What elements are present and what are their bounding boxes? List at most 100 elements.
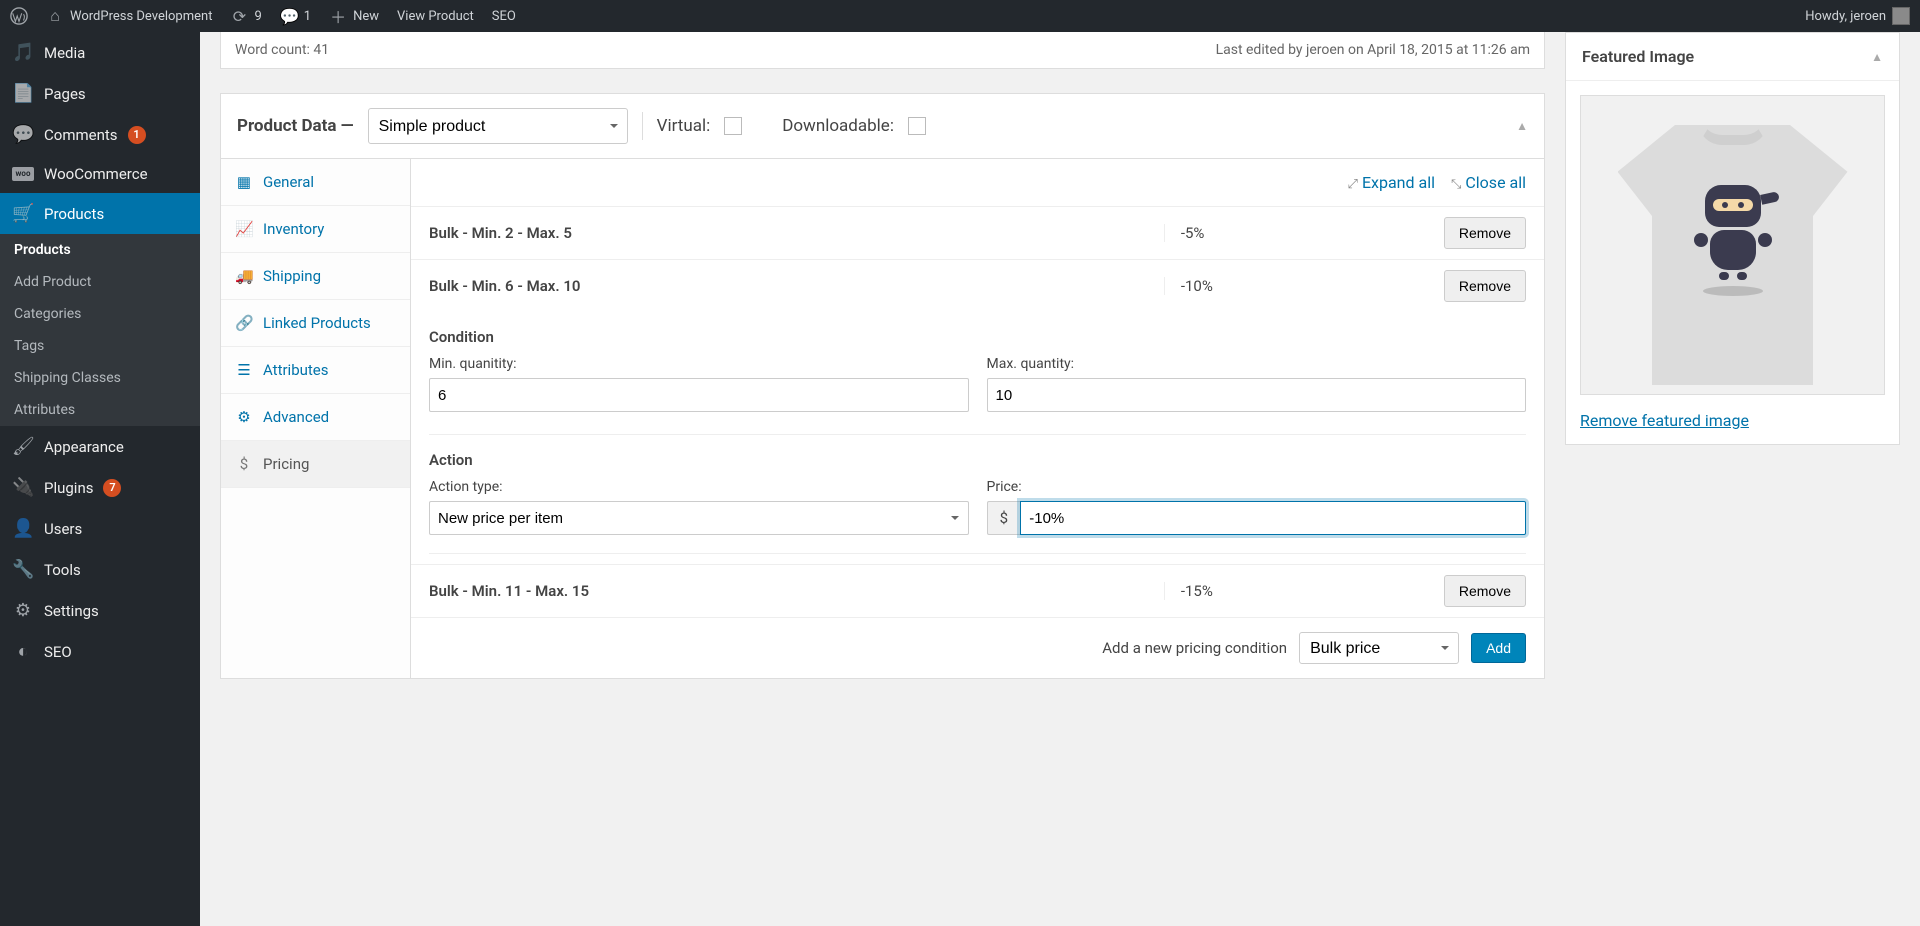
- user-icon: 👤: [12, 518, 34, 539]
- updates-link[interactable]: ⟳9: [230, 0, 261, 32]
- product-data-title: Product Data —: [237, 116, 354, 136]
- seo-icon: ◐: [12, 641, 34, 662]
- comments-link[interactable]: 💬1: [280, 0, 311, 32]
- howdy-link[interactable]: Howdy, jeroen: [1805, 0, 1910, 32]
- remove-button[interactable]: Remove: [1444, 217, 1526, 249]
- action-heading: Action: [411, 435, 1544, 475]
- price-input[interactable]: [1020, 501, 1526, 535]
- home-icon: ⌂: [46, 6, 64, 26]
- remove-button[interactable]: Remove: [1444, 270, 1526, 302]
- price-label: Price:: [987, 479, 1527, 495]
- submenu-add-product[interactable]: Add Product: [0, 266, 200, 298]
- submenu-tags[interactable]: Tags: [0, 330, 200, 362]
- menu-seo[interactable]: ◐SEO: [0, 631, 200, 672]
- menu-comments[interactable]: 💬Comments1: [0, 114, 200, 155]
- action-type-label: Action type:: [429, 479, 969, 495]
- menu-products[interactable]: 🛒Products: [0, 193, 200, 234]
- add-condition-select[interactable]: Bulk price: [1299, 632, 1459, 664]
- close-all-link[interactable]: ⤡Close all: [1451, 173, 1526, 192]
- remove-featured-image-link[interactable]: Remove featured image: [1580, 411, 1749, 430]
- admin-bar: ⌂ WordPress Development ⟳9 💬1 ＋New View P…: [0, 0, 1920, 32]
- currency-prefix: $: [987, 501, 1021, 535]
- tshirt-image: [1618, 105, 1848, 385]
- min-qty-label: Min. quanitity:: [429, 356, 969, 372]
- list-icon: ☰: [235, 361, 253, 379]
- pricing-row: Bulk - Min. 6 - Max. 10 -10% Remove: [411, 259, 1544, 312]
- min-qty-input[interactable]: [429, 378, 969, 412]
- remove-button[interactable]: Remove: [1444, 575, 1526, 607]
- tab-general[interactable]: ▦General: [221, 159, 410, 206]
- link-icon: 🔗: [235, 314, 253, 332]
- comments-icon: 💬: [12, 124, 34, 145]
- expand-icon: ⤢: [1348, 177, 1358, 192]
- tab-attributes[interactable]: ☰Attributes: [221, 347, 410, 394]
- view-product-link[interactable]: View Product: [397, 0, 474, 32]
- product-type-select[interactable]: Simple product: [368, 108, 628, 144]
- tab-advanced[interactable]: ⚙Advanced: [221, 394, 410, 441]
- truck-icon: 🚚: [235, 267, 253, 285]
- seo-link[interactable]: SEO: [492, 0, 516, 32]
- sliders-icon: ⚙: [12, 600, 34, 621]
- dollar-icon: $: [235, 455, 253, 473]
- expand-all-link[interactable]: ⤢Expand all: [1348, 173, 1435, 192]
- grid-icon: ▦: [235, 173, 253, 191]
- menu-woocommerce[interactable]: wooWooCommerce: [0, 155, 200, 193]
- max-qty-label: Max. quantity:: [987, 356, 1527, 372]
- add-button[interactable]: Add: [1471, 633, 1526, 663]
- admin-sidebar: 🎵Media 📄Pages 💬Comments1 wooWooCommerce …: [0, 32, 200, 926]
- downloadable-checkbox[interactable]: [908, 117, 926, 135]
- featured-image-title: Featured Image: [1582, 47, 1694, 66]
- pricing-row: Bulk - Min. 11 - Max. 15 -15% Remove: [411, 564, 1544, 617]
- tab-pricing[interactable]: $Pricing: [221, 441, 410, 488]
- wrench-icon: 🔧: [12, 559, 34, 580]
- panel-toggle-icon[interactable]: ▲: [1871, 50, 1883, 64]
- collapse-icon: ⤡: [1451, 177, 1461, 192]
- panel-toggle-icon[interactable]: ▲: [1516, 119, 1528, 133]
- rule-label: Bulk - Min. 11 - Max. 15: [429, 582, 1144, 600]
- condition-heading: Condition: [411, 312, 1544, 352]
- submenu-categories[interactable]: Categories: [0, 298, 200, 330]
- tab-inventory[interactable]: 📈Inventory: [221, 206, 410, 253]
- featured-image-preview[interactable]: [1580, 95, 1885, 395]
- menu-pages[interactable]: 📄Pages: [0, 73, 200, 114]
- tab-linked-products[interactable]: 🔗Linked Products: [221, 300, 410, 347]
- menu-appearance[interactable]: 🖌Appearance: [0, 426, 200, 467]
- menu-users[interactable]: 👤Users: [0, 508, 200, 549]
- menu-plugins[interactable]: 🔌Plugins7: [0, 467, 200, 508]
- add-condition-label: Add a new pricing condition: [1102, 639, 1287, 657]
- pricing-row: Bulk - Min. 2 - Max. 5 -5% Remove: [411, 206, 1544, 259]
- menu-settings[interactable]: ⚙Settings: [0, 590, 200, 631]
- cart-icon: 🛒: [12, 203, 34, 224]
- plus-icon: ＋: [329, 4, 347, 28]
- new-link[interactable]: ＋New: [329, 0, 379, 32]
- action-type-select[interactable]: New price per item: [429, 501, 969, 535]
- rule-discount: -5%: [1164, 224, 1424, 242]
- rule-label: Bulk - Min. 6 - Max. 10: [429, 277, 1144, 295]
- submenu-attributes[interactable]: Attributes: [0, 394, 200, 426]
- submenu-shipping-classes[interactable]: Shipping Classes: [0, 362, 200, 394]
- wp-logo-icon[interactable]: [10, 0, 28, 32]
- site-name: WordPress Development: [70, 9, 212, 24]
- virtual-checkbox[interactable]: [724, 117, 742, 135]
- chart-icon: 📈: [235, 220, 253, 238]
- rule-label: Bulk - Min. 2 - Max. 5: [429, 224, 1144, 242]
- tab-shipping[interactable]: 🚚Shipping: [221, 253, 410, 300]
- plugins-badge: 7: [103, 479, 121, 497]
- brush-icon: 🖌: [12, 436, 34, 457]
- submenu-products[interactable]: Products: [0, 234, 200, 266]
- rule-discount: -10%: [1164, 277, 1424, 295]
- menu-tools[interactable]: 🔧Tools: [0, 549, 200, 590]
- woo-icon: woo: [12, 167, 34, 181]
- max-qty-input[interactable]: [987, 378, 1527, 412]
- product-data-panel: Product Data — Simple product Virtual: D…: [220, 93, 1545, 679]
- menu-media[interactable]: 🎵Media: [0, 32, 200, 73]
- plug-icon: 🔌: [12, 477, 34, 498]
- media-icon: 🎵: [12, 42, 34, 63]
- virtual-label: Virtual:: [657, 116, 711, 136]
- featured-image-box: Featured Image ▲: [1565, 32, 1900, 445]
- downloadable-label: Downloadable:: [782, 116, 894, 136]
- last-edited: Last edited by jeroen on April 18, 2015 …: [1216, 42, 1530, 58]
- rule-discount: -15%: [1164, 582, 1424, 600]
- pages-icon: 📄: [12, 83, 34, 104]
- site-link[interactable]: ⌂ WordPress Development: [46, 0, 212, 32]
